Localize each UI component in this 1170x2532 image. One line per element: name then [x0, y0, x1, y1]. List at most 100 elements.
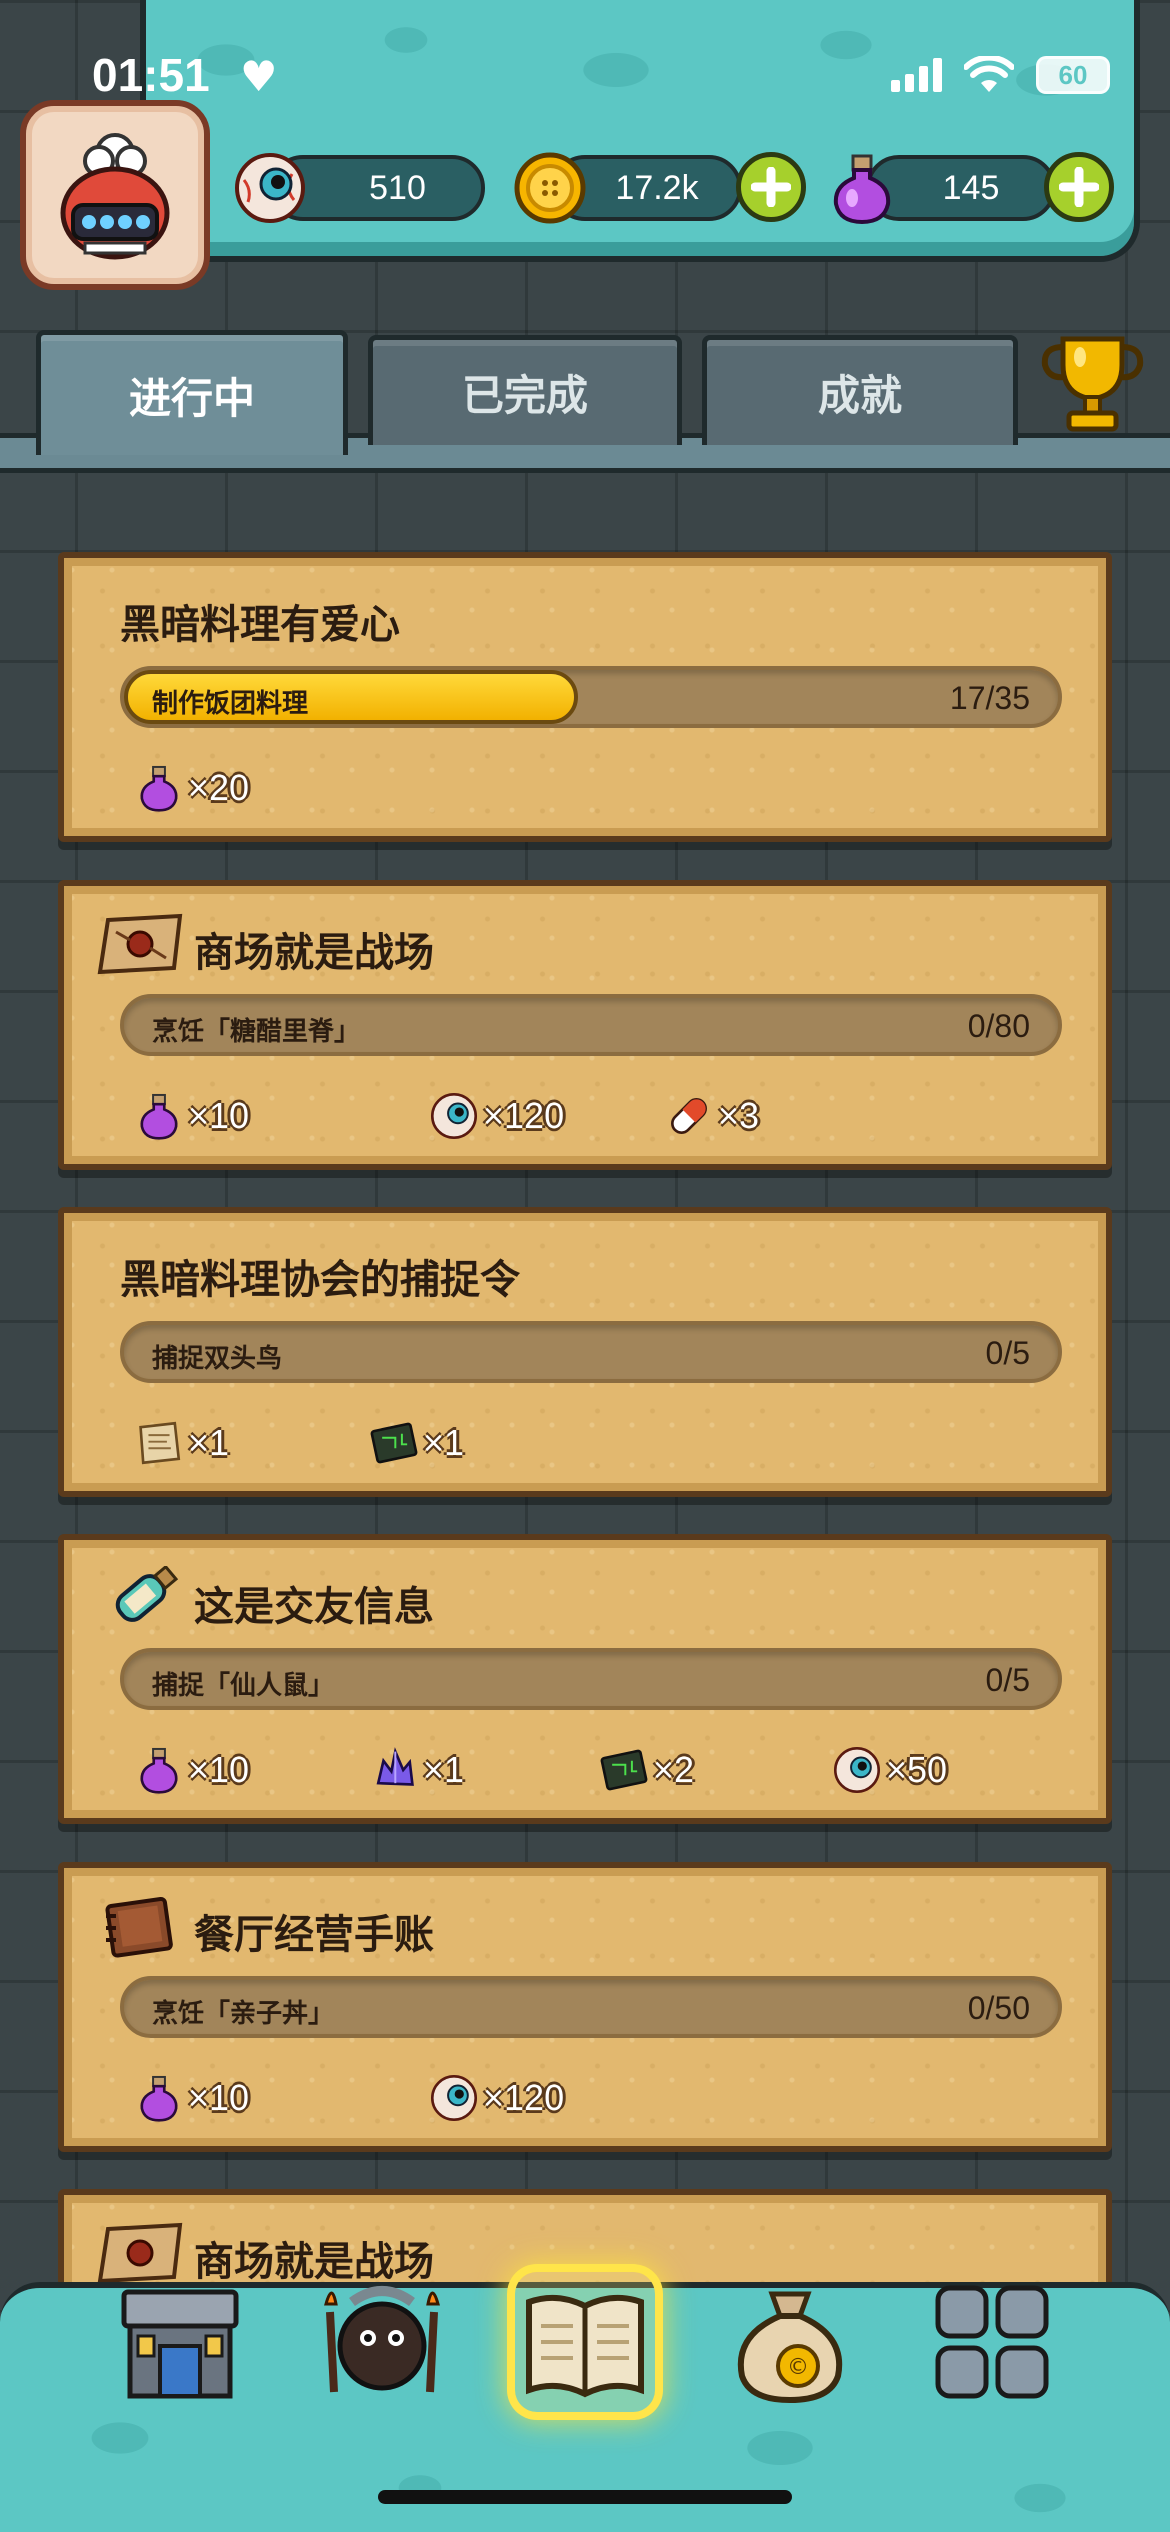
reward-item: ×3 [664, 1091, 759, 1141]
home-indicator[interactable] [378, 2490, 792, 2504]
potion-icon [140, 2075, 178, 2122]
svg-text:©: © [787, 2355, 809, 2380]
cellular-signal-icon [891, 58, 942, 92]
circuit-chip-icon [600, 1749, 648, 1791]
crystal-icon [376, 1747, 414, 1786]
quest-progress-count: 0/5 [985, 1662, 1030, 1698]
quest-card[interactable]: 商场就是战场 烹饪「糖醋里脊」 0/80 ×10 ×120 ×3 [58, 880, 1112, 1170]
quest-tabs: 进行中 已完成 成就 [0, 285, 1170, 485]
status-time: 01:51 [92, 49, 210, 101]
tab-label: 进行中 [128, 373, 255, 423]
tab-achievements[interactable]: 成就 [702, 335, 1018, 445]
open-book-icon [526, 2294, 644, 2398]
monster-hunt-nav-icon[interactable] [312, 2272, 452, 2412]
quest-progress-count: 0/80 [967, 1008, 1030, 1044]
tab-in-progress[interactable]: 进行中 [36, 330, 348, 455]
quest-book-nav-button[interactable] [515, 2272, 655, 2412]
quest-progress-count: 17/35 [949, 680, 1030, 716]
reward-amount: ×10 [188, 1749, 250, 1790]
quest-rewards: ×10 ×1 ×2 ×50 [134, 1745, 1084, 1805]
reward-item: ×50 [832, 1745, 947, 1795]
reward-amount: ×1 [188, 1422, 230, 1463]
ledger-book-icon [105, 1896, 173, 1958]
quest-progress-bar: 捕捉「仙人鼠」 0/5 [120, 1648, 1062, 1710]
reward-amount: ×3 [718, 1095, 760, 1136]
potion-icon [833, 154, 891, 225]
reward-item: ×10 [134, 1091, 249, 1141]
tab-label: 成就 [817, 371, 902, 420]
quest-rewards: ×1 ×1 [134, 1418, 1084, 1478]
heart-icon: ♥ [240, 52, 278, 101]
trophy-icon[interactable] [1035, 325, 1150, 440]
reward-item: ×2 [599, 1745, 694, 1795]
reward-item: ×120 [429, 2073, 564, 2123]
quest-progress-bar: 烹饪「糖醋里脊」 0/80 [120, 994, 1062, 1056]
potion-icon [140, 1747, 178, 1794]
quest-task-label: 烹饪「糖醋里脊」 [152, 1017, 361, 1047]
quest-title: 这是交友信息 [194, 1584, 434, 1630]
reward-amount: ×1 [423, 1422, 465, 1463]
quest-progress-bar: 烹饪「亲子丼」 0/50 [120, 1976, 1062, 2038]
status-icons: 60 [891, 56, 1110, 94]
money-bag-nav-icon[interactable]: © [720, 2272, 860, 2412]
quest-title: 餐厅经营手账 [194, 1912, 434, 1958]
grid-menu-nav-icon[interactable] [922, 2272, 1062, 2412]
quest-title: 商场就是战场 [194, 930, 434, 976]
circuit-chip-icon [370, 1422, 418, 1464]
restaurant-nav-icon[interactable] [110, 2272, 250, 2412]
plus-icon [1059, 167, 1099, 207]
quest-card[interactable]: 黑暗料理协会的捕捉令 捕捉双头鸟 0/5 ×1 ×1 [58, 1207, 1112, 1497]
quest-progress-bar: 制作饭团料理 17/35 [120, 666, 1062, 728]
reward-amount: ×120 [483, 2077, 565, 2118]
parchment-icon [139, 1421, 181, 1465]
reward-amount: ×10 [188, 1095, 250, 1136]
add-coins-button[interactable] [736, 152, 806, 222]
quest-card[interactable]: 黑暗料理有爱心 制作饭团料理 17/35 ×20 [58, 552, 1112, 842]
map-scroll-icon [97, 913, 183, 975]
eyeball-icon [430, 2074, 478, 2122]
potion-count: 145 [942, 168, 1000, 207]
player-avatar[interactable] [20, 100, 210, 290]
quest-rewards: ×10 ×120 ×3 [134, 1091, 1084, 1151]
pill-capsule-icon [671, 1098, 707, 1134]
reward-amount: ×120 [483, 1095, 565, 1136]
tab-completed[interactable]: 已完成 [368, 335, 682, 445]
quest-rewards: ×10 ×120 [134, 2073, 1084, 2133]
eyeball-icon [235, 153, 305, 223]
quest-task-label: 制作饭团料理 [152, 689, 309, 719]
chef-monster-icon [60, 133, 170, 260]
wifi-icon [964, 56, 1014, 92]
reward-amount: ×50 [886, 1749, 948, 1790]
quest-task-label: 烹饪「亲子丼」 [152, 1999, 335, 2029]
reward-amount: ×2 [653, 1749, 695, 1790]
add-potions-button[interactable] [1044, 152, 1114, 222]
quest-card[interactable]: 这是交友信息 捕捉「仙人鼠」 0/5 ×10 ×1 ×2 ×50 [58, 1534, 1112, 1824]
eyeball-icon [430, 1092, 478, 1140]
message-bottle-icon [115, 1566, 179, 1622]
tab-label: 已完成 [461, 371, 588, 420]
gold-coin-icon [514, 152, 586, 224]
eyeball-icon [833, 1746, 881, 1794]
potion-icon [140, 1093, 178, 1140]
reward-amount: ×1 [423, 1749, 465, 1790]
reward-item: ×10 [134, 1745, 249, 1795]
quest-card[interactable]: 餐厅经营手账 烹饪「亲子丼」 0/50 ×10 ×120 [58, 1862, 1112, 2152]
eyeball-count: 510 [369, 168, 426, 207]
quest-rewards: ×20 [134, 763, 1084, 823]
reward-item: ×1 [369, 1418, 464, 1468]
reward-item: ×10 [134, 2073, 249, 2123]
reward-item: ×20 [134, 763, 249, 813]
quest-title: 黑暗料理协会的捕捉令 [120, 1257, 520, 1303]
reward-amount: ×20 [188, 767, 250, 808]
reward-item: ×1 [134, 1418, 229, 1468]
quest-progress-count: 0/5 [985, 1335, 1030, 1371]
coin-count: 17.2k [615, 168, 699, 207]
battery-indicator: 60 [1036, 56, 1110, 94]
quest-title: 黑暗料理有爱心 [120, 602, 400, 648]
quest-progress-bar: 捕捉双头鸟 0/5 [120, 1321, 1062, 1383]
quest-progress-count: 0/50 [967, 1990, 1030, 2026]
reward-amount: ×10 [188, 2077, 250, 2118]
quest-task-label: 捕捉双头鸟 [152, 1344, 283, 1374]
reward-item: ×120 [429, 1091, 564, 1141]
reward-item: ×1 [369, 1745, 464, 1795]
